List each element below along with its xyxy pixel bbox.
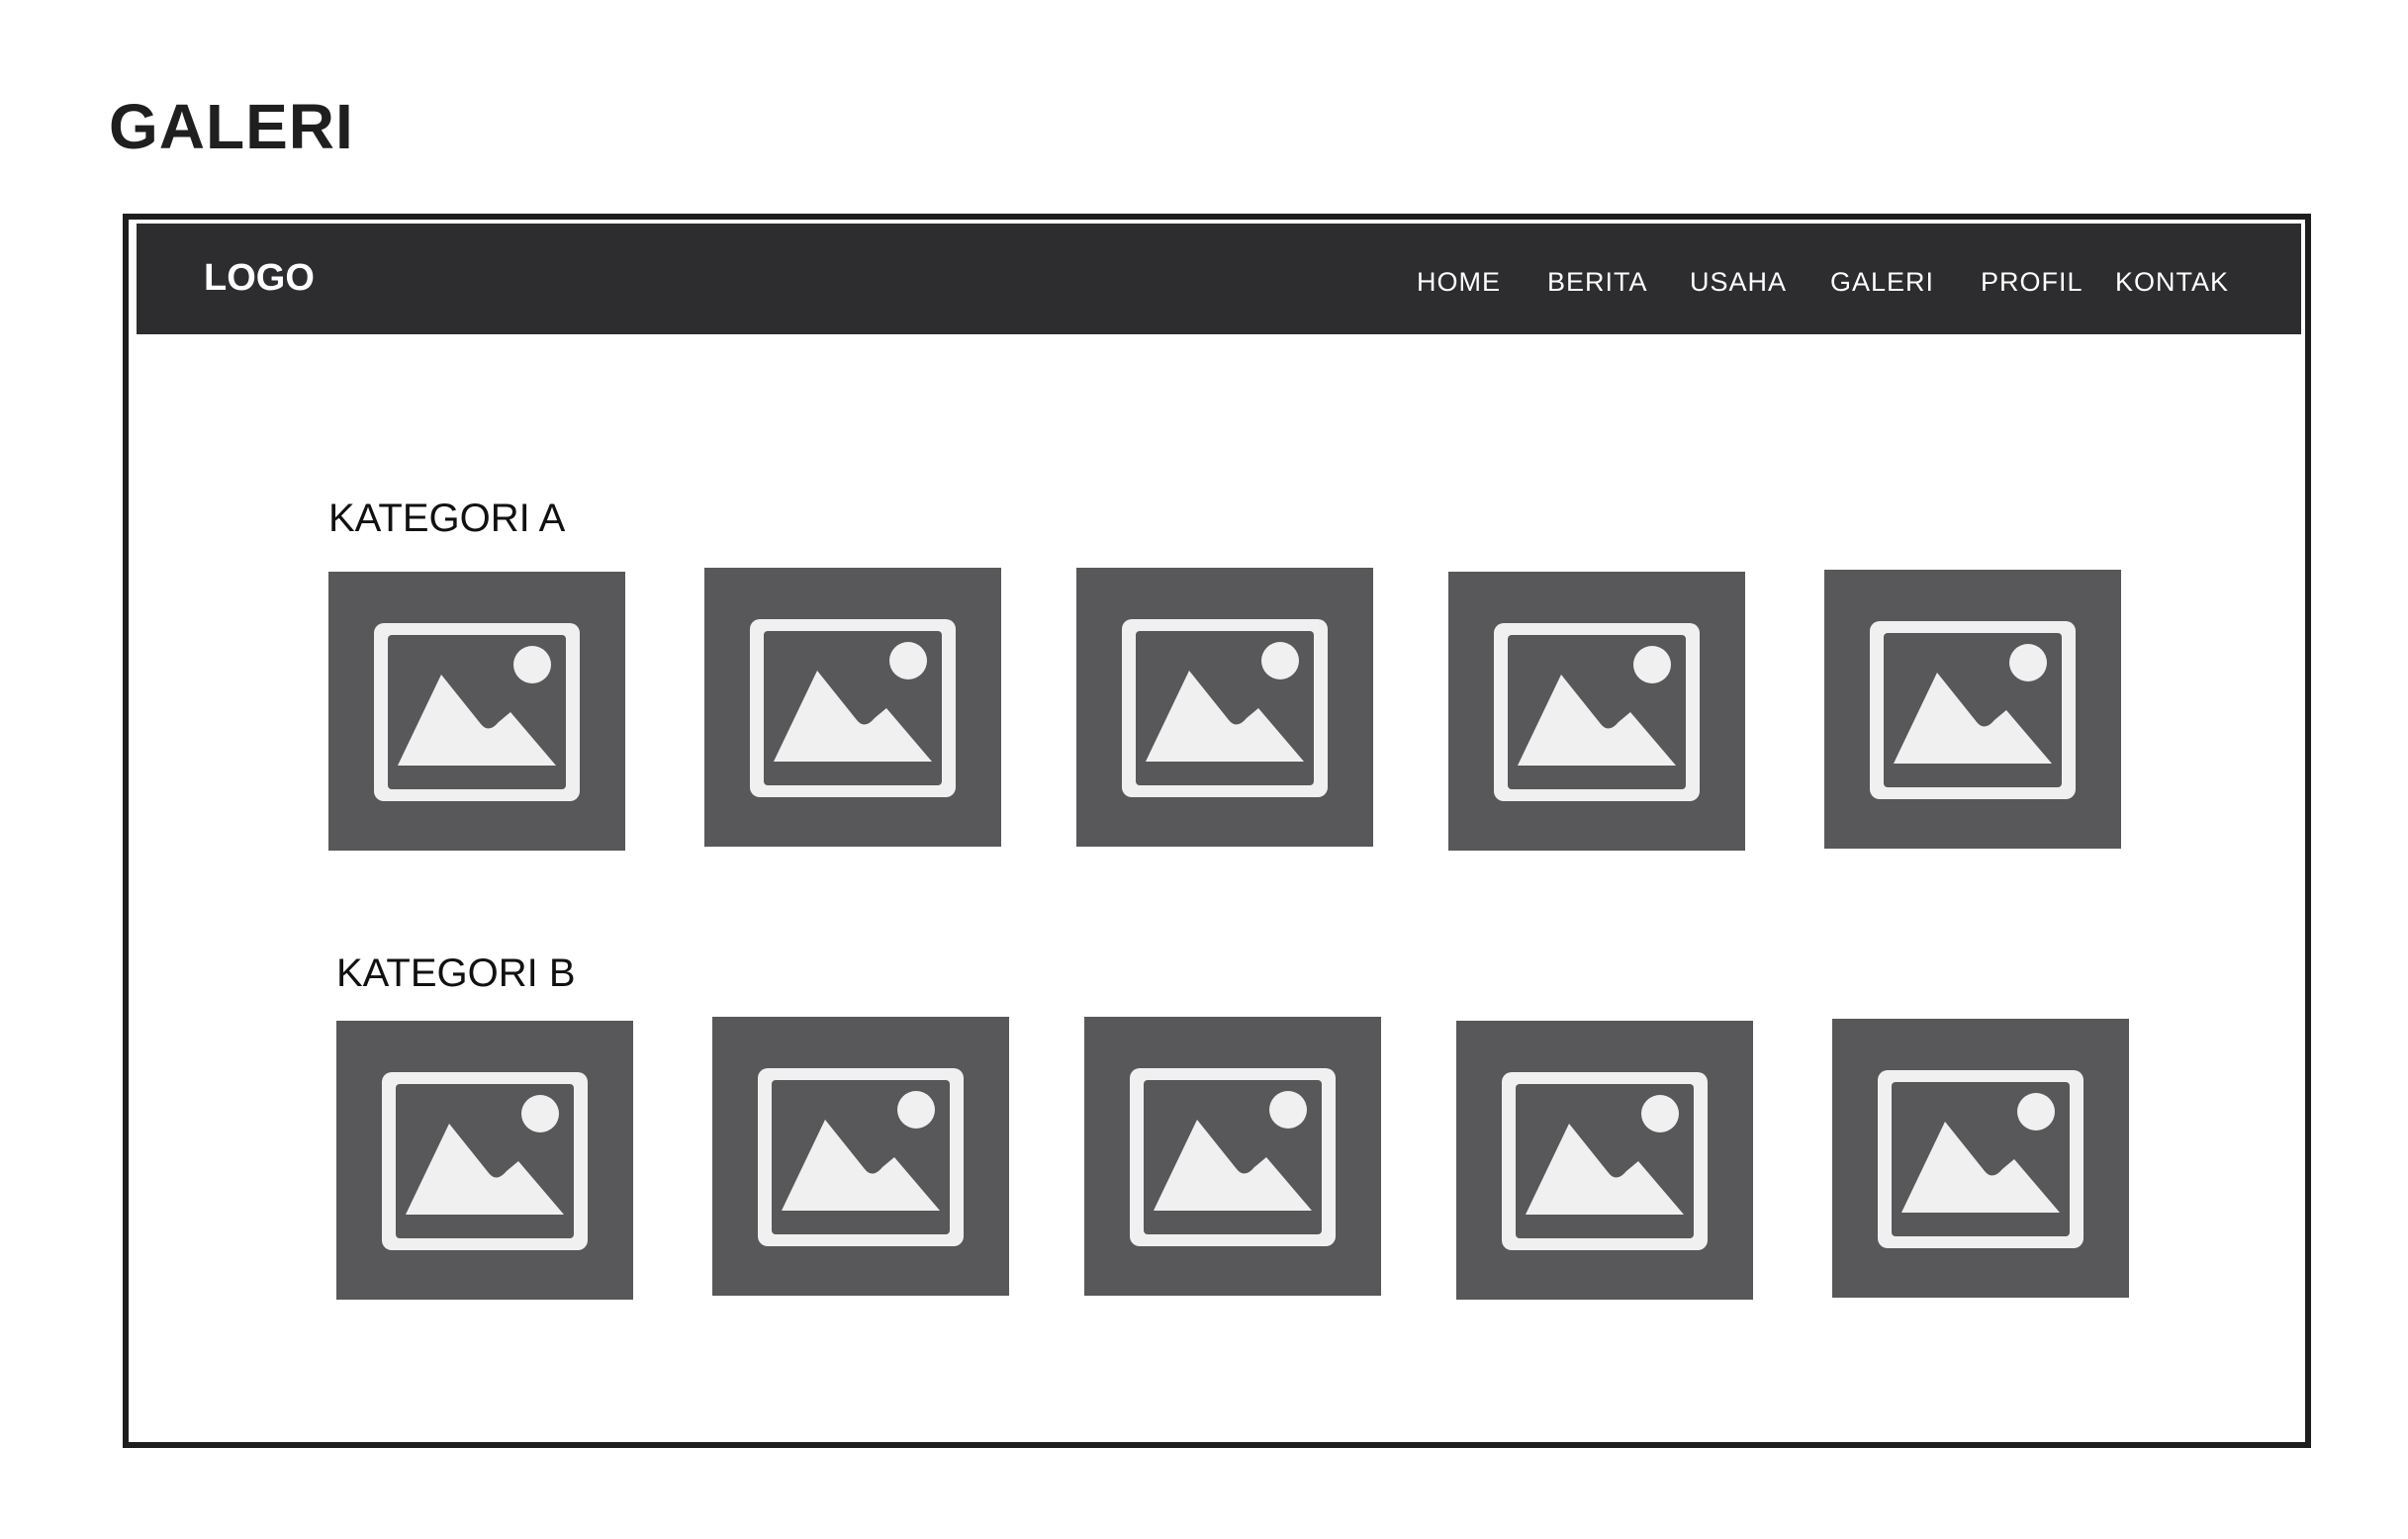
nav-item-home[interactable]: HOME	[1417, 269, 1501, 296]
gallery-thumbnail-b1[interactable]	[336, 1021, 633, 1300]
nav-item-profil[interactable]: PROFIL	[1981, 269, 2084, 296]
logo[interactable]: LOGO	[204, 259, 315, 297]
gallery-thumbnail-a5[interactable]	[1824, 570, 2121, 849]
gallery-thumbnail-a4[interactable]	[1448, 572, 1745, 851]
gallery-thumbnail-b2[interactable]	[712, 1017, 1009, 1296]
page-title: GALERI	[109, 91, 354, 162]
gallery-thumbnail-a1[interactable]	[328, 572, 625, 851]
navbar: LOGO HOME BERITA USAHA GALERI PROFIL KON…	[137, 224, 2301, 334]
gallery-thumbnail-b4[interactable]	[1456, 1021, 1753, 1300]
gallery-thumbnail-b5[interactable]	[1832, 1019, 2129, 1298]
category-a-label: KATEGORI A	[328, 497, 566, 540]
gallery-thumbnail-a3[interactable]	[1076, 568, 1373, 847]
nav-item-berita[interactable]: BERITA	[1547, 269, 1648, 296]
website-mockup-frame: LOGO HOME BERITA USAHA GALERI PROFIL KON…	[123, 214, 2311, 1448]
category-b-label: KATEGORI B	[336, 951, 576, 995]
nav-item-galeri[interactable]: GALERI	[1830, 269, 1934, 296]
nav-item-kontak[interactable]: KONTAK	[2115, 269, 2229, 296]
gallery-thumbnail-b3[interactable]	[1084, 1017, 1381, 1296]
gallery-thumbnail-a2[interactable]	[704, 568, 1001, 847]
nav-item-usaha[interactable]: USAHA	[1690, 269, 1787, 296]
